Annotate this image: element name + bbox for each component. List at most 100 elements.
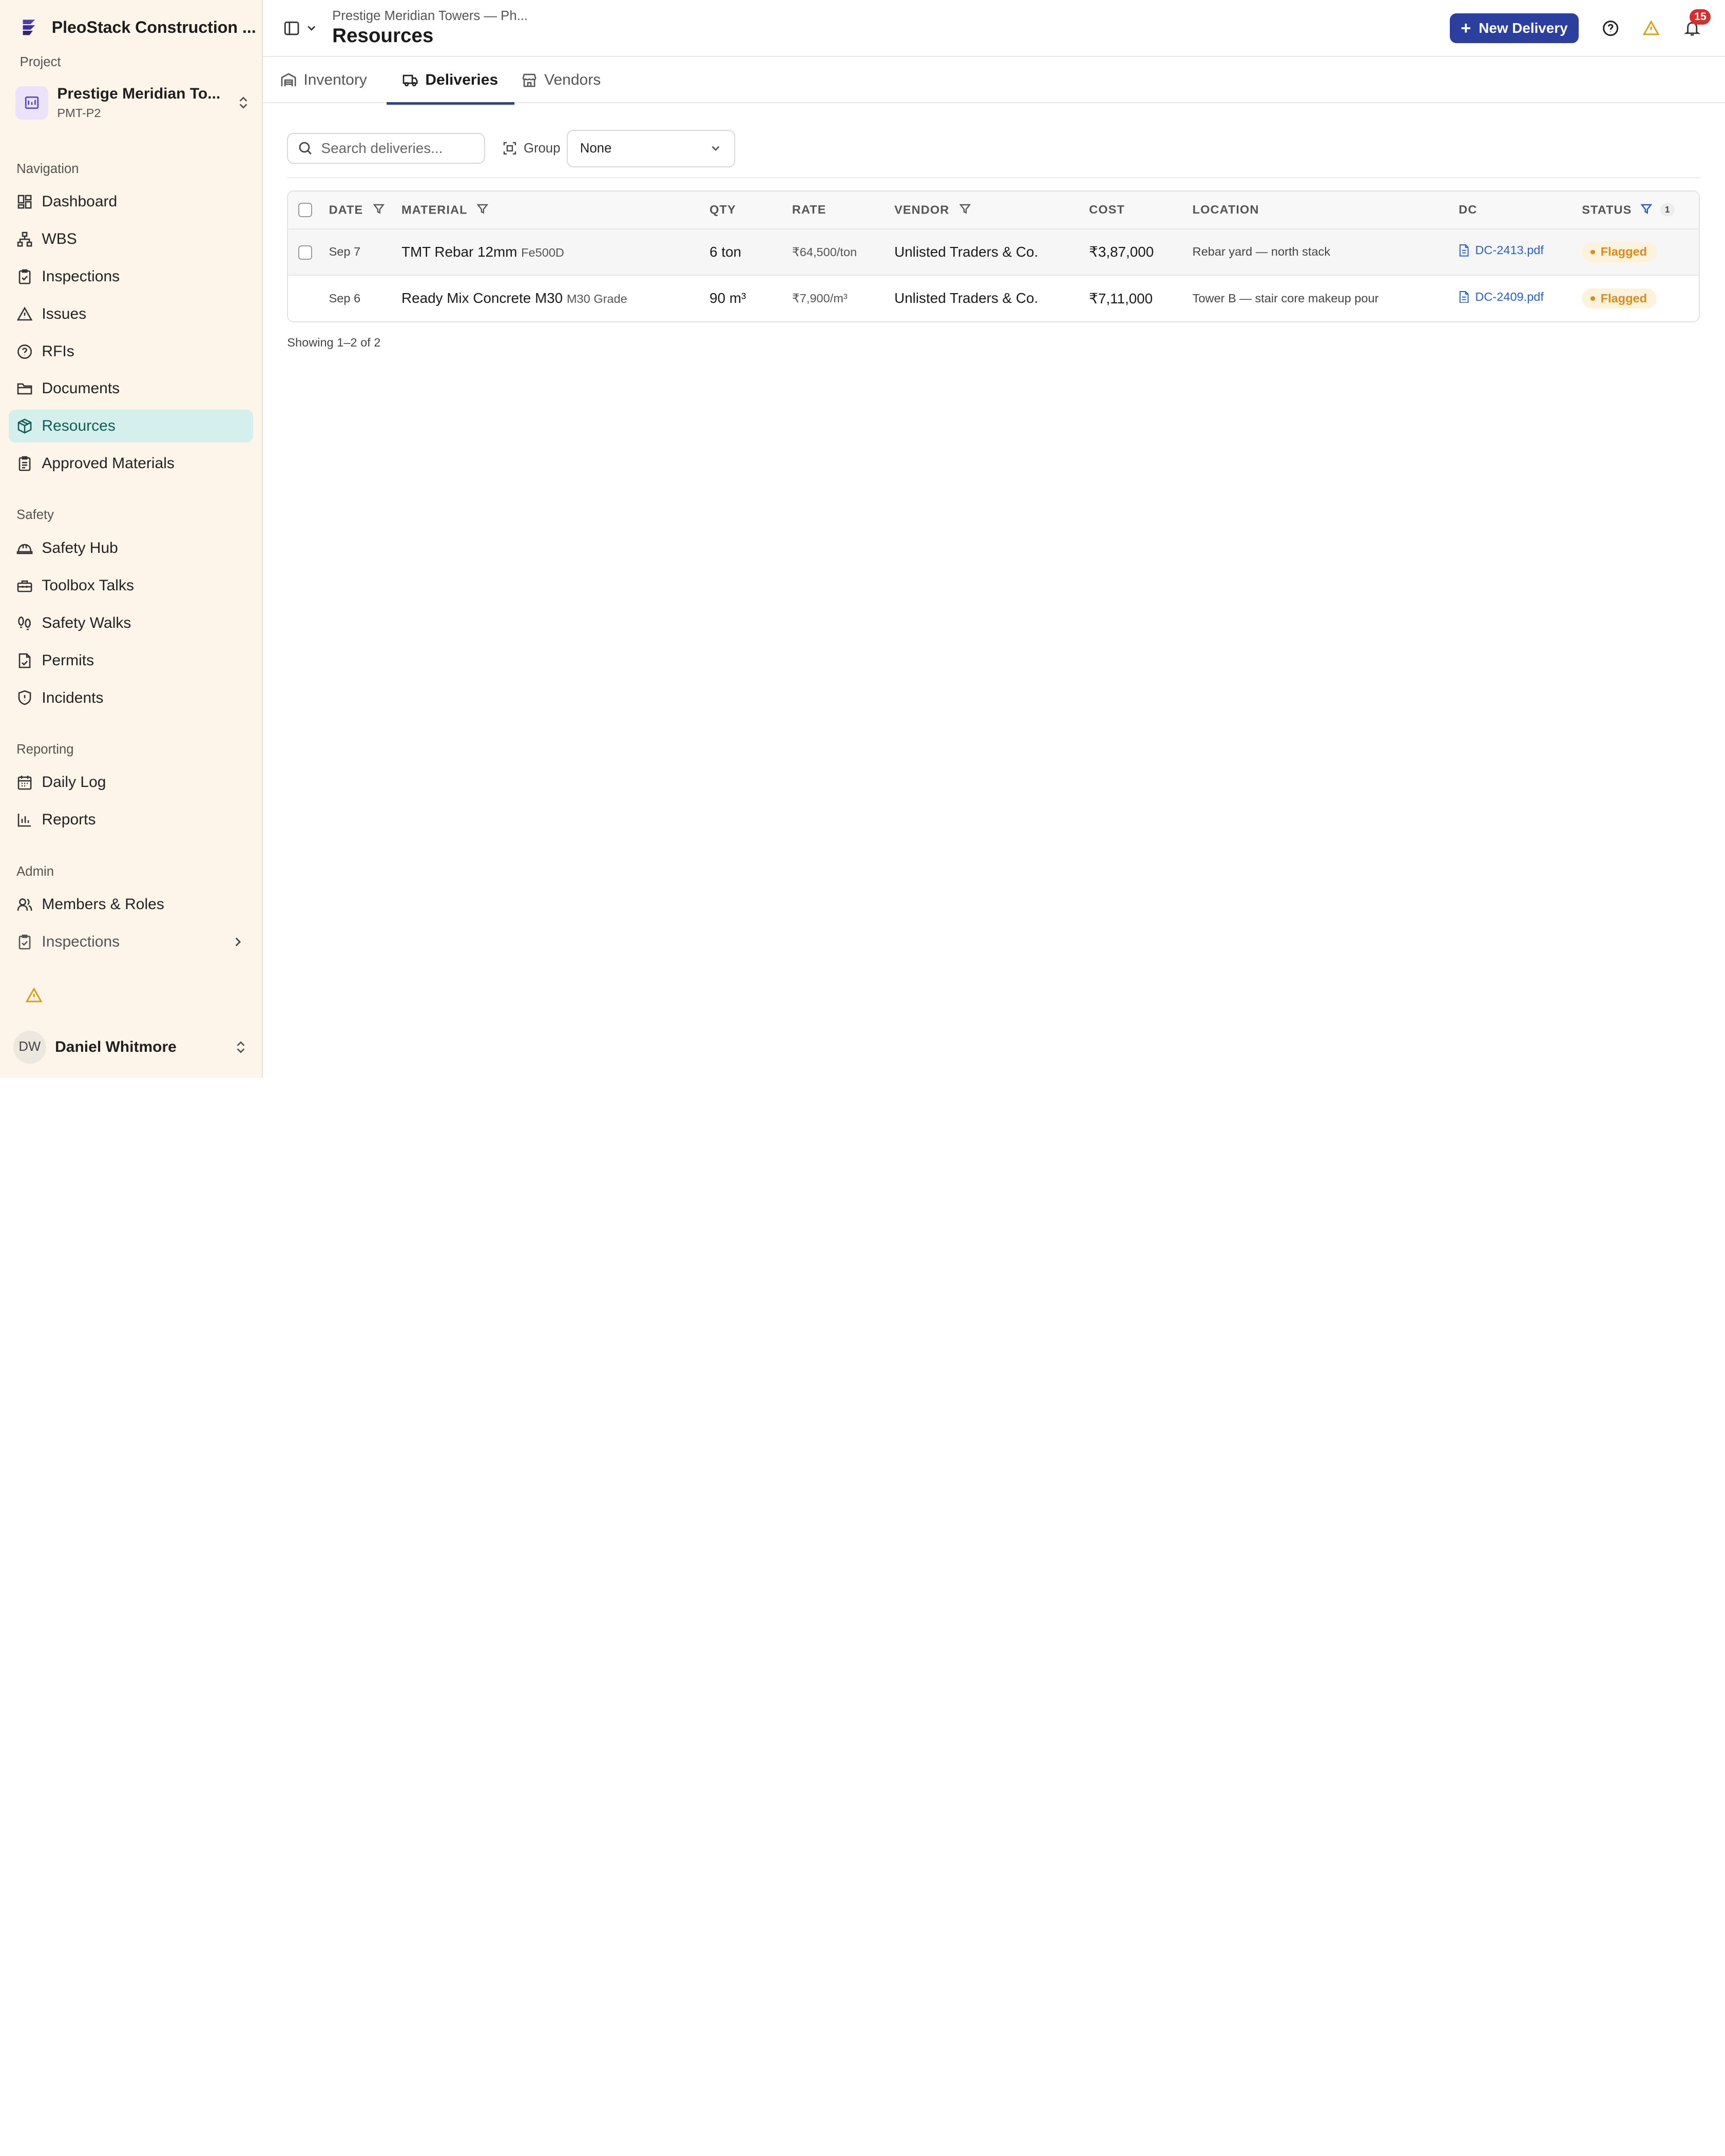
search-icon (299, 142, 312, 155)
file-check-icon (18, 653, 31, 668)
table-row[interactable]: Sep 6 Ready Mix Concrete M30 M30 Grade 9… (288, 275, 1699, 321)
cell-location: Tower B — stair core makeup pour (1192, 291, 1379, 305)
help-icon[interactable] (1602, 20, 1619, 37)
question-circle-icon (17, 344, 32, 359)
users-icon (17, 898, 32, 911)
nav-item-documents[interactable]: Documents (9, 372, 253, 405)
warning-icon[interactable] (25, 987, 43, 1004)
nav-label: Documents (42, 380, 120, 397)
nav-item-reports[interactable]: Reports (9, 803, 253, 836)
nav-item-incidents[interactable]: Incidents (9, 681, 253, 714)
store-icon (522, 74, 536, 87)
nav-item-safety-hub[interactable]: Safety Hub (9, 532, 253, 565)
user-menu[interactable]: DW Daniel Whitmore (13, 1030, 249, 1065)
nav-label: Inspections (42, 267, 120, 285)
warning-icon[interactable] (1642, 20, 1660, 37)
nav-label: WBS (42, 230, 77, 248)
search-input[interactable] (321, 140, 475, 157)
safety-label: Safety (16, 508, 54, 523)
cell-material: Ready Mix Concrete M30 M30 Grade (401, 275, 710, 321)
filter-icon[interactable] (373, 203, 385, 215)
tab-inventory[interactable]: Inventory (278, 57, 382, 103)
project-name: Prestige Meridian To... (57, 85, 221, 102)
cell-date: Sep 6 (329, 291, 361, 305)
nav-label: Toolbox Talks (42, 576, 134, 594)
group-select[interactable]: None (567, 129, 736, 167)
nav-item-resources[interactable]: Resources (9, 410, 253, 443)
nav-item-members-roles[interactable]: Members & Roles (9, 888, 253, 921)
page-title: Resources (332, 25, 434, 47)
pagination-summary: Showing 1–2 of 2 (287, 335, 381, 349)
material-grade: M30 Grade (566, 292, 627, 306)
nav-label: Members & Roles (42, 896, 164, 913)
nav-label: Daily Log (42, 774, 106, 791)
bar-chart-icon (17, 814, 31, 827)
tab-deliveries[interactable]: Deliveries (387, 57, 515, 105)
select-all-checkbox[interactable] (298, 203, 313, 217)
tab-vendors[interactable]: Vendors (519, 57, 616, 103)
tab-label: Deliveries (425, 71, 499, 89)
new-delivery-button[interactable]: + New Delivery (1449, 13, 1579, 43)
column-header-vendor[interactable]: VENDOR (894, 203, 949, 216)
filter-active-icon[interactable] (1640, 203, 1653, 215)
cell-rate: ₹7,900/m³ (792, 292, 848, 305)
nav-item-safety-walks[interactable]: Safety Walks (9, 607, 253, 640)
chevron-down-icon[interactable] (306, 23, 317, 33)
tab-bar: Inventory Deliveries Vendors (263, 57, 1725, 105)
column-header-status[interactable]: STATUS (1582, 203, 1632, 216)
dc-link[interactable]: DC-2413.pdf (1459, 243, 1544, 257)
nav-item-wbs[interactable]: WBS (9, 223, 253, 256)
table-row[interactable]: Sep 7 TMT Rebar 12mm Fe500D 6 ton ₹64,50… (288, 228, 1699, 275)
dc-filename: DC-2413.pdf (1475, 243, 1544, 257)
hierarchy-icon (17, 232, 32, 247)
nav-item-inspections[interactable]: Inspections (9, 260, 253, 293)
column-header-dc[interactable]: DC (1459, 203, 1477, 216)
main-content: Prestige Meridian Towers — Ph... Resourc… (263, 0, 1725, 1078)
material-name: Ready Mix Concrete M30 (401, 290, 563, 306)
nav-item-toolbox-talks[interactable]: Toolbox Talks (9, 569, 253, 602)
nav-item-dashboard[interactable]: Dashboard (9, 185, 253, 218)
plus-icon: + (1461, 18, 1471, 38)
column-header-rate[interactable]: RATE (792, 203, 827, 216)
nav-item-admin-inspections[interactable]: Inspections (9, 926, 253, 958)
clipboard-icon (18, 456, 31, 471)
group-label-text: Group (523, 141, 561, 156)
nav-item-issues[interactable]: Issues (9, 298, 253, 331)
column-header-date[interactable]: DATE (329, 203, 363, 216)
row-checkbox[interactable] (298, 245, 313, 260)
column-header-material[interactable]: MATERIAL (401, 203, 467, 216)
dashboard-icon (17, 195, 32, 209)
group-icon (504, 142, 516, 155)
cell-dc: DC-2409.pdf (1459, 275, 1582, 321)
dc-link[interactable]: DC-2409.pdf (1459, 290, 1544, 304)
nav-item-daily-log[interactable]: Daily Log (9, 766, 253, 799)
sidebar-toggle-icon[interactable] (283, 20, 300, 37)
status-badge: Flagged (1582, 242, 1657, 262)
status-filter-count: 1 (1660, 203, 1675, 217)
material-grade: Fe500D (521, 245, 564, 259)
deliveries-table: DATE MATERIAL QTY RATE VENDOR COST LOCAT… (287, 190, 1700, 322)
nav-item-rfis[interactable]: RFIs (9, 335, 253, 368)
filter-icon[interactable] (959, 203, 971, 215)
status-label: Flagged (1600, 291, 1647, 305)
filter-icon[interactable] (476, 203, 489, 215)
column-header-cost[interactable]: COST (1089, 203, 1125, 216)
breadcrumb[interactable]: Prestige Meridian Towers — Ph... (332, 8, 528, 24)
dc-filename: DC-2409.pdf (1475, 290, 1544, 303)
nav-item-approved-materials[interactable]: Approved Materials (9, 447, 253, 480)
box-icon (17, 418, 32, 434)
group-label: Group (503, 141, 560, 156)
brand[interactable]: PleoStack Construction ... (0, 0, 262, 55)
column-header-location[interactable]: LOCATION (1193, 203, 1259, 216)
nav-label: Safety Hub (42, 540, 118, 557)
hard-hat-icon (16, 544, 33, 554)
admin-label: Admin (16, 864, 54, 879)
warehouse-icon (281, 73, 296, 87)
nav-label: Reports (42, 811, 96, 829)
nav-item-permits[interactable]: Permits (9, 644, 253, 677)
notifications-button[interactable]: 15 (1683, 9, 1711, 37)
status-badge: Flagged (1582, 288, 1657, 309)
project-switcher[interactable]: Prestige Meridian To... PMT-P2 (15, 79, 251, 127)
column-header-qty[interactable]: QTY (710, 203, 736, 216)
chevron-updown-icon (237, 1041, 245, 1053)
